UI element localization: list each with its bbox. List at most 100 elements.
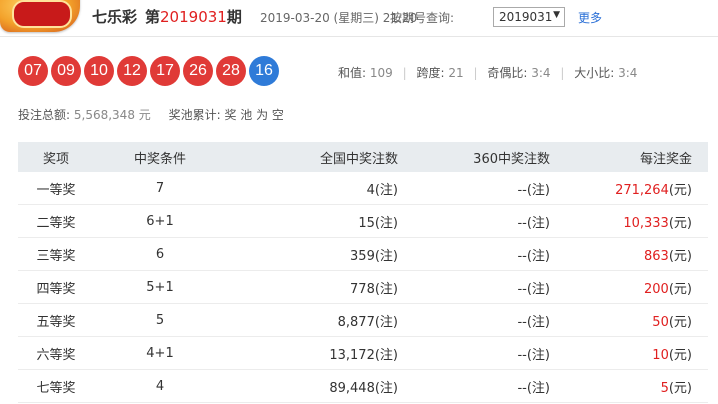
odd-even-value: 3:4 [531, 66, 551, 80]
red-ball: 12 [117, 56, 147, 86]
col-header-prize: 奖项 [18, 142, 94, 172]
prize-amount: 50(元) [550, 303, 708, 337]
prize-amount: 10,333(元) [550, 204, 708, 238]
prize-amount-unit: (元) [668, 314, 692, 330]
issue-select-value: 2019031 [499, 10, 553, 24]
prize-amount-unit: (元) [668, 347, 692, 363]
national-winners: 13,172(注) [226, 336, 400, 370]
col-header-360-winners: 360中奖注数 [400, 142, 550, 172]
national-winners: 8,877(注) [226, 303, 400, 337]
prize-amount: 863(元) [550, 237, 708, 271]
site-winners: --(注) [400, 204, 550, 238]
table-row: 四等奖 5+1 778(注) --(注) 200(元) [18, 270, 708, 304]
logo-badge-icon [12, 0, 72, 28]
prize-amount-value: 271,264 [615, 182, 669, 198]
header-bar: 七乐彩 第2019031期 2019-03-20 (星期三) 21:20 按期号… [0, 0, 718, 36]
prize-level: 六等奖 [18, 336, 94, 370]
national-winners: 359(注) [226, 237, 400, 271]
prize-amount-value: 863 [644, 248, 669, 264]
prize-level: 五等奖 [18, 303, 94, 337]
jackpot-label: 奖池累计: [168, 108, 221, 122]
total-sales-value: 5,568,348 元 [73, 108, 151, 122]
site-winners: --(注) [400, 336, 550, 370]
prize-amount: 271,264(元) [550, 172, 708, 205]
prize-amount-unit: (元) [668, 248, 692, 264]
col-header-prize-amount: 每注奖金 [550, 142, 708, 172]
site-winners: --(注) [400, 172, 550, 205]
issue-select[interactable]: 2019031 ▼ [493, 7, 565, 27]
span-value: 21 [448, 66, 464, 80]
table-row: 七等奖 4 89,448(注) --(注) 5(元) [18, 369, 708, 403]
prize-condition: 5+1 [94, 270, 226, 304]
table-row: 一等奖 7 4(注) --(注) 271,264(元) [18, 172, 708, 205]
prize-condition: 7 [94, 172, 226, 205]
col-header-national-winners: 全国中奖注数 [226, 142, 400, 172]
sum-label: 和值: [338, 66, 367, 80]
prize-amount-value: 10 [652, 347, 669, 363]
prize-amount: 200(元) [550, 270, 708, 304]
prize-amount-value: 5 [660, 380, 669, 396]
big-small-label: 大小比: [574, 66, 615, 80]
prize-condition: 4 [94, 369, 226, 403]
prize-amount-unit: (元) [668, 281, 692, 297]
prize-condition: 6 [94, 237, 226, 271]
prize-table: 奖项 中奖条件 全国中奖注数 360中奖注数 每注奖金 一等奖 7 4(注) -… [18, 142, 708, 403]
table-row: 五等奖 5 8,877(注) --(注) 50(元) [18, 303, 708, 337]
prize-amount-value: 10,333 [623, 215, 669, 231]
prize-level: 四等奖 [18, 270, 94, 304]
table-header-row: 奖项 中奖条件 全国中奖注数 360中奖注数 每注奖金 [18, 142, 708, 172]
national-winners: 89,448(注) [226, 369, 400, 403]
sales-info: 投注总额: 5,568,348 元 奖池累计: 奖 池 为 空 [18, 106, 284, 123]
red-ball: 17 [150, 56, 180, 86]
site-winners: --(注) [400, 270, 550, 304]
blue-ball: 16 [249, 56, 279, 86]
issue-prefix: 第 [145, 8, 161, 26]
big-small-value: 3:4 [618, 66, 638, 80]
stats-separator: | [473, 66, 478, 80]
prize-amount: 5(元) [550, 369, 708, 403]
issue-number: 2019031 [160, 8, 227, 26]
prize-amount: 10(元) [550, 336, 708, 370]
issue-title: 第2019031期 [145, 6, 242, 27]
jackpot-value: 奖 池 为 空 [224, 108, 284, 122]
query-label: 按期号查询: [390, 11, 455, 25]
lottery-name: 七乐彩 [92, 8, 138, 26]
prize-condition: 6+1 [94, 204, 226, 238]
table-row: 六等奖 4+1 13,172(注) --(注) 10(元) [18, 336, 708, 370]
winning-numbers: 07 09 10 12 17 26 28 16 [18, 56, 279, 86]
red-ball: 10 [84, 56, 114, 86]
col-header-condition: 中奖条件 [94, 142, 226, 172]
stats-separator: | [402, 66, 407, 80]
prize-amount-unit: (元) [668, 182, 692, 198]
span-label: 跨度: [416, 66, 445, 80]
prize-condition: 4+1 [94, 336, 226, 370]
sum-value: 109 [369, 66, 393, 80]
red-ball: 07 [18, 56, 48, 86]
chevron-down-icon: ▼ [553, 10, 560, 20]
national-winners: 15(注) [226, 204, 400, 238]
prize-condition: 5 [94, 303, 226, 337]
prize-amount-value: 200 [644, 281, 669, 297]
red-ball: 28 [216, 56, 246, 86]
odd-even-label: 奇偶比: [487, 66, 528, 80]
header-divider [0, 36, 718, 37]
prize-level: 二等奖 [18, 204, 94, 238]
prize-level: 三等奖 [18, 237, 94, 271]
prize-level: 七等奖 [18, 369, 94, 403]
site-winners: --(注) [400, 369, 550, 403]
site-winners: --(注) [400, 237, 550, 271]
issue-suffix: 期 [226, 8, 242, 26]
table-row: 三等奖 6 359(注) --(注) 863(元) [18, 237, 708, 271]
prize-amount-unit: (元) [668, 380, 692, 396]
national-winners: 4(注) [226, 172, 400, 205]
more-link[interactable]: 更多 [578, 9, 602, 26]
site-winners: --(注) [400, 303, 550, 337]
lottery-logo [0, 0, 80, 32]
national-winners: 778(注) [226, 270, 400, 304]
prize-level: 一等奖 [18, 172, 94, 205]
prize-amount-unit: (元) [668, 215, 692, 231]
stats-separator: | [560, 66, 565, 80]
prize-amount-value: 50 [652, 314, 669, 330]
draw-stats: 和值: 109 | 跨度: 21 | 奇偶比: 3:4 | 大小比: 3:4 [338, 64, 637, 81]
table-row: 二等奖 6+1 15(注) --(注) 10,333(元) [18, 204, 708, 238]
